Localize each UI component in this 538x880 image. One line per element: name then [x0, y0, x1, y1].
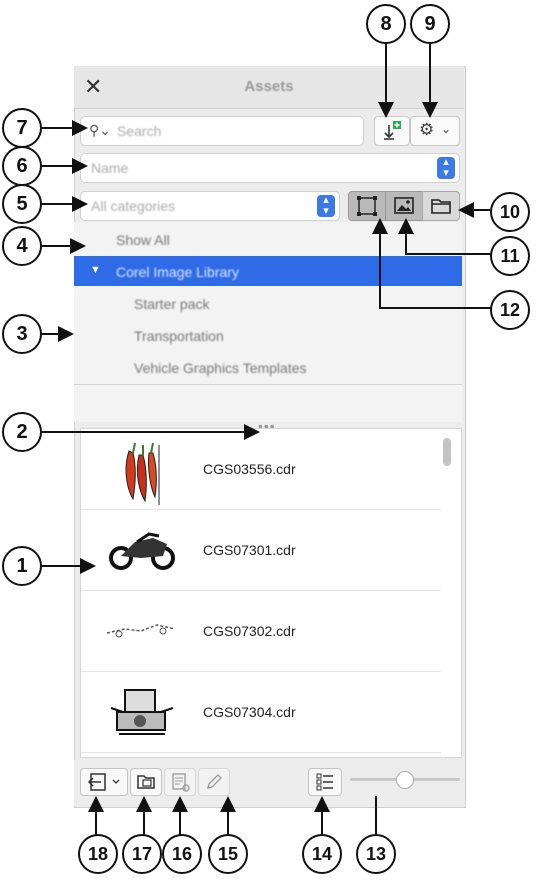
callout-9: 9: [410, 4, 450, 44]
callout-12: 12: [490, 290, 530, 330]
callout-8: 8: [366, 4, 406, 44]
callout-16: 16: [162, 834, 202, 874]
callout-13: 13: [356, 834, 396, 874]
callout-10: 10: [490, 192, 530, 232]
callout-2: 2: [2, 412, 42, 452]
callout-11: 11: [490, 236, 530, 276]
callout-4: 4: [2, 226, 42, 266]
callout-14: 14: [302, 834, 342, 874]
callout-17: 17: [122, 834, 162, 874]
callout-15: 15: [208, 834, 248, 874]
callout-5: 5: [2, 184, 42, 224]
callout-6: 6: [2, 146, 42, 186]
callout-lines: [40, 42, 492, 836]
callout-1: 1: [2, 546, 42, 586]
callout-3: 3: [2, 314, 42, 354]
callout-7: 7: [2, 108, 42, 148]
callout-18: 18: [78, 834, 118, 874]
